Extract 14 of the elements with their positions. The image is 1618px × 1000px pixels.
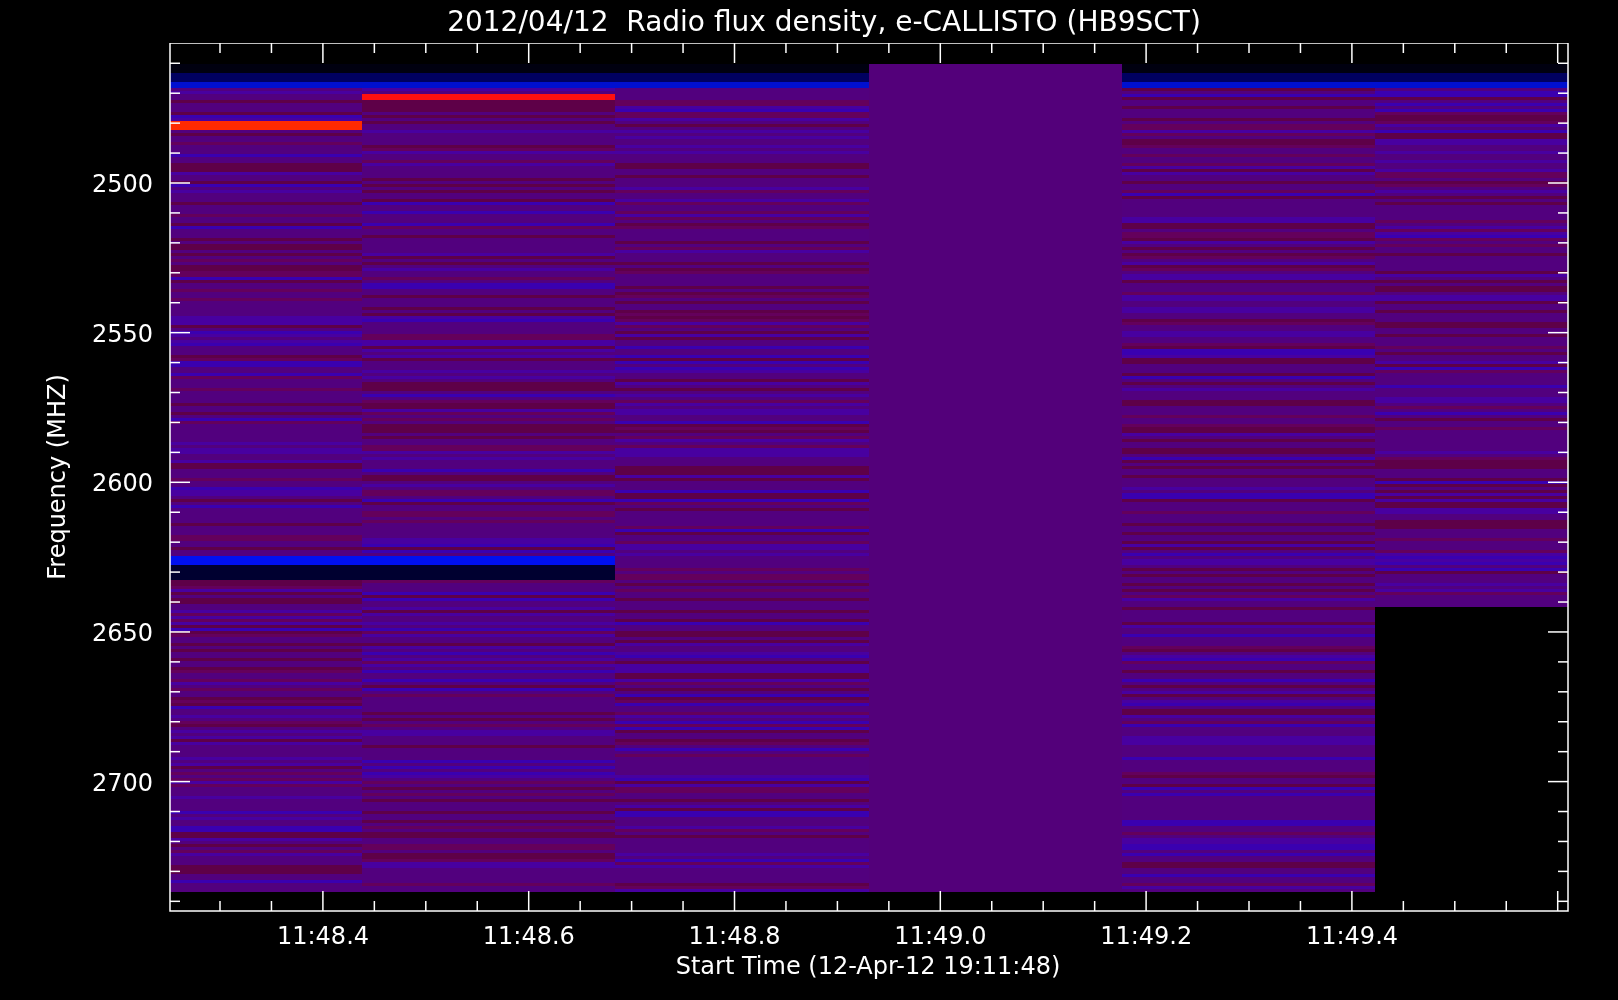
axis-tick-label: 2700: [91, 768, 153, 797]
axis-tick-label: 2650: [91, 618, 153, 647]
chart-title: 2012/04/12 Radio flux density, e-CALLISTO (HB9SCT): [447, 7, 1201, 36]
axis-tick-label: 11:49.0: [894, 922, 987, 950]
axis-tick-label: 11:48.8: [688, 922, 781, 950]
axis-tick-label: 2550: [91, 319, 153, 348]
axis-tick-label: 2500: [91, 170, 153, 198]
axis-tick-label: 11:48.6: [482, 922, 575, 950]
axis-title: Start Time (12-Apr-12 19:11:48): [675, 952, 1061, 980]
axis-tick-label: 11:48.4: [276, 922, 370, 950]
axis-tick-label: 11:49.2: [1100, 922, 1193, 950]
axis-tick-label: 2600: [91, 469, 153, 498]
axis-title: Frequency (MHZ): [43, 374, 71, 580]
axis-tick-label: 11:49.4: [1305, 922, 1399, 950]
